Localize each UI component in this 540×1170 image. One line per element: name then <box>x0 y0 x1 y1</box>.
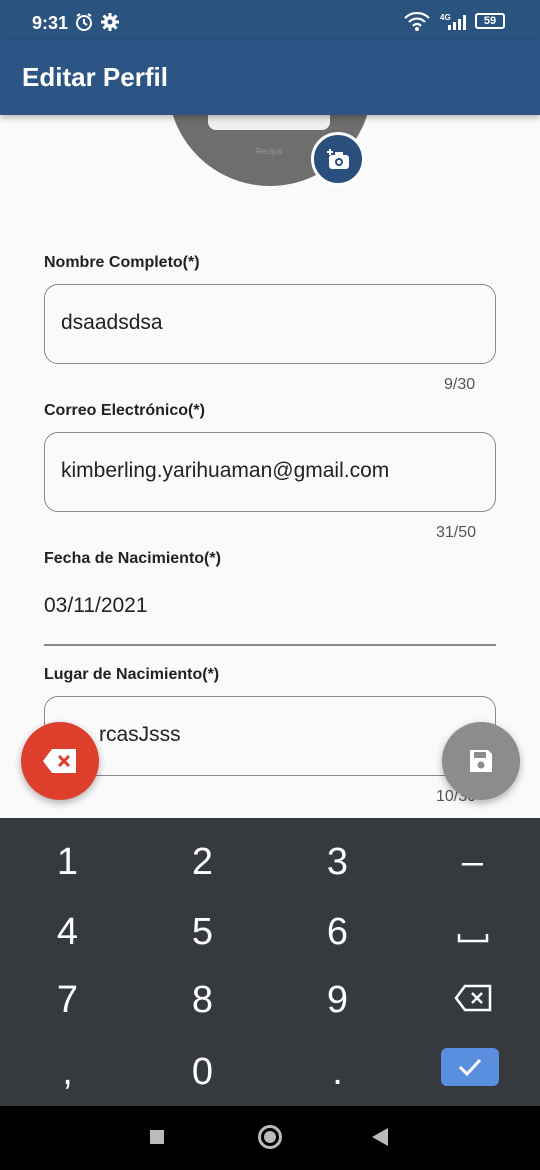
save-fab-button[interactable] <box>442 722 520 800</box>
signal-icon <box>446 12 470 37</box>
key-1[interactable]: 1 <box>0 828 135 896</box>
change-photo-button[interactable] <box>311 132 365 186</box>
key-backspace[interactable] <box>405 966 540 1034</box>
alarm-icon <box>74 12 94 37</box>
save-floppy-icon <box>468 748 494 779</box>
wifi-icon <box>404 11 430 37</box>
backspace-icon <box>453 979 492 1022</box>
key-9[interactable]: 9 <box>270 966 405 1034</box>
key-period[interactable]: . <box>270 1038 405 1106</box>
birth-date-underline <box>44 644 496 646</box>
settings-gear-icon <box>100 12 120 37</box>
key-7[interactable]: 7 <box>0 966 135 1034</box>
email-label: Correo Electrónico(*) <box>44 402 205 419</box>
key-2[interactable]: 2 <box>135 828 270 896</box>
key-3[interactable]: 3 <box>270 828 405 896</box>
email-value: kimberling.yarihuaman@gmail.com <box>61 459 390 482</box>
full-name-counter: 9/30 <box>444 376 476 393</box>
key-4[interactable]: 4 <box>0 898 135 966</box>
clear-fab-button[interactable] <box>21 722 99 800</box>
email-counter: 31/50 <box>436 524 477 541</box>
key-comma[interactable]: , <box>0 1038 135 1106</box>
key-done-button[interactable] <box>441 1048 499 1086</box>
add-photo-camera-icon <box>326 147 352 178</box>
page-title: Editar Perfil <box>22 62 168 92</box>
check-icon <box>458 1057 482 1082</box>
space-icon <box>457 911 489 954</box>
back-triangle-icon[interactable] <box>372 1128 388 1151</box>
status-bar: 9:31 4G 59 <box>0 0 540 40</box>
backspace-clear-icon <box>42 748 78 779</box>
recents-square-icon[interactable] <box>150 1130 164 1144</box>
email-field[interactable]: kimberling.yarihuaman@gmail.com <box>44 432 496 512</box>
key-space[interactable] <box>405 898 540 966</box>
navigation-bar <box>0 1106 540 1170</box>
app-bar: Editar Perfil <box>0 40 540 115</box>
battery-icon: 59 <box>475 13 505 29</box>
full-name-value: dsaadsdsa <box>61 311 163 334</box>
key-dash[interactable]: – <box>405 828 540 896</box>
birth-place-value: rcasJsss <box>99 723 181 746</box>
status-time: 9:31 <box>32 13 69 33</box>
birth-date-label: Fecha de Nacimiento(*) <box>44 550 221 567</box>
birth-place-label: Lugar de Nacimiento(*) <box>44 666 220 683</box>
key-0[interactable]: 0 <box>135 1038 270 1106</box>
key-5[interactable]: 5 <box>135 898 270 966</box>
key-8[interactable]: 8 <box>135 966 270 1034</box>
full-name-label: Nombre Completo(*) <box>44 254 200 271</box>
full-name-field[interactable]: dsaadsdsa <box>44 284 496 364</box>
numeric-keyboard: 1 2 3 – 4 5 6 7 8 9 , 0 . <box>0 818 540 1106</box>
birth-date-field[interactable]: 03/11/2021 <box>44 594 148 618</box>
home-circle-icon[interactable] <box>258 1125 282 1149</box>
key-6[interactable]: 6 <box>270 898 405 966</box>
avatar-caption: Recipal <box>256 147 283 156</box>
birth-place-field[interactable]: rcasJsss <box>44 696 496 776</box>
